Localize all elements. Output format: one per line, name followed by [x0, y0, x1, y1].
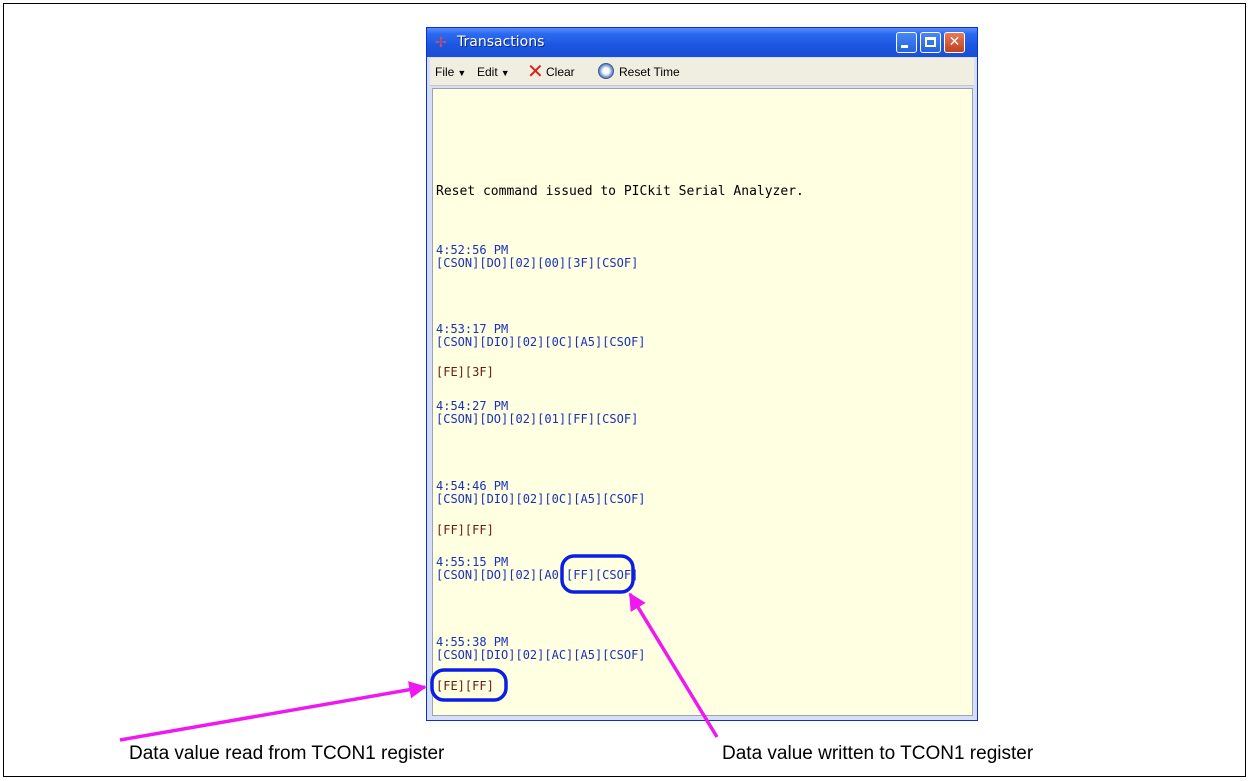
- read-value-highlight: [430, 668, 508, 702]
- read-value-arrow: [119, 681, 427, 742]
- written-value-highlight: [560, 554, 635, 594]
- written-value-arrow: [628, 592, 719, 738]
- read-value-label: Data value read from TCON1 register: [129, 743, 445, 764]
- written-value-label: Data value written to TCON1 register: [722, 743, 1034, 764]
- annotation-overlay: [119, 554, 719, 742]
